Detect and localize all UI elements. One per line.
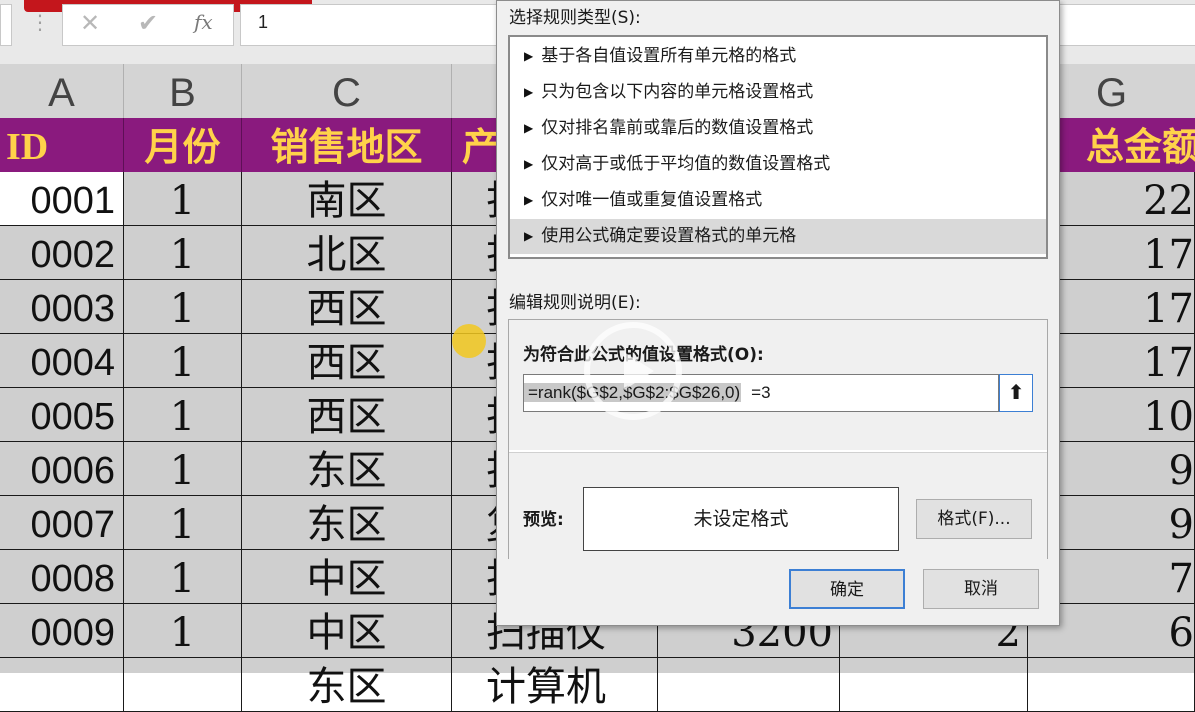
mouse-cursor-highlight bbox=[452, 324, 486, 358]
cell-id[interactable]: 0003 bbox=[0, 280, 124, 333]
preview-label: 预览: bbox=[523, 510, 564, 530]
formula-value: 1 bbox=[258, 12, 269, 32]
new-formatting-rule-dialog: 选择规则类型(S): ▶ 基于各自值设置所有单元格的格式 ▶ 只为包含以下内容的单元格… bbox=[496, 0, 1060, 626]
preview-text: 未设定格式 bbox=[693, 508, 789, 530]
cell-month[interactable] bbox=[124, 658, 242, 711]
table-row: 东区 计算机 bbox=[0, 658, 1195, 712]
cancel-button[interactable]: 取消 bbox=[923, 569, 1039, 609]
formula-rest-text: =3 bbox=[751, 383, 771, 402]
header-cell-region[interactable]: 销售地区 bbox=[242, 118, 452, 172]
expand-triangle-icon: ▶ bbox=[524, 193, 534, 207]
rule-type-item[interactable]: ▶ 使用公式确定要设置格式的单元格 bbox=[510, 219, 1046, 254]
rule-type-item[interactable]: ▶ 仅对唯一值或重复值设置格式 bbox=[510, 183, 1046, 218]
rule-type-item[interactable]: ▶ 仅对高于或低于平均值的数值设置格式 bbox=[510, 147, 1046, 182]
cell-region[interactable]: 东区 bbox=[242, 658, 452, 711]
cell-month[interactable]: 1 bbox=[124, 334, 242, 387]
cell-region[interactable]: 中区 bbox=[242, 604, 452, 657]
header-cell-month[interactable]: 月份 bbox=[124, 118, 242, 172]
rule-type-label-text: 基于各自值设置所有单元格的格式 bbox=[541, 46, 797, 66]
expand-triangle-icon: ▶ bbox=[524, 49, 534, 63]
rule-type-list[interactable]: ▶ 基于各自值设置所有单元格的格式 ▶ 只为包含以下内容的单元格设置格式 ▶ 仅对排名靠前… bbox=[508, 35, 1048, 259]
cell-month[interactable]: 1 bbox=[124, 550, 242, 603]
cell-id[interactable]: 0004 bbox=[0, 334, 124, 387]
cell-month[interactable]: 1 bbox=[124, 388, 242, 441]
column-header-c[interactable]: C bbox=[242, 64, 452, 118]
cell-month[interactable]: 1 bbox=[124, 172, 242, 225]
cell-region[interactable]: 西区 bbox=[242, 388, 452, 441]
cell-id[interactable]: 0006 bbox=[0, 442, 124, 495]
rule-type-label-text: 使用公式确定要设置格式的单元格 bbox=[541, 226, 797, 246]
column-header-b[interactable]: B bbox=[124, 64, 242, 118]
collapse-dialog-button[interactable]: ⬆ bbox=[999, 374, 1033, 412]
cell-region[interactable]: 东区 bbox=[242, 442, 452, 495]
cell-id[interactable]: 0009 bbox=[0, 604, 124, 657]
enter-entry-icon[interactable]: ✔ bbox=[138, 9, 158, 37]
expand-triangle-icon: ▶ bbox=[524, 157, 534, 171]
name-box[interactable] bbox=[0, 4, 12, 46]
cell-region[interactable]: 西区 bbox=[242, 334, 452, 387]
cell-id[interactable]: 0005 bbox=[0, 388, 124, 441]
cell-region[interactable]: 北区 bbox=[242, 226, 452, 279]
cell-id[interactable]: 0007 bbox=[0, 496, 124, 549]
cell-id[interactable]: 0002 bbox=[0, 226, 124, 279]
cell-id[interactable]: 0001 bbox=[0, 172, 124, 225]
rule-type-item[interactable]: ▶ 只为包含以下内容的单元格设置格式 bbox=[510, 75, 1046, 110]
cell-region[interactable]: 西区 bbox=[242, 280, 452, 333]
ok-button[interactable]: 确定 bbox=[789, 569, 905, 609]
video-play-icon[interactable] bbox=[584, 322, 682, 420]
cell-month[interactable]: 1 bbox=[124, 226, 242, 279]
cell-month[interactable]: 1 bbox=[124, 442, 242, 495]
expand-triangle-icon: ▶ bbox=[524, 121, 534, 135]
header-cell-id[interactable]: ID bbox=[0, 118, 124, 172]
more-dots-icon: ⋮ bbox=[30, 10, 50, 34]
expand-triangle-icon: ▶ bbox=[524, 229, 534, 243]
rule-type-label-text: 仅对排名靠前或靠后的数值设置格式 bbox=[541, 118, 814, 138]
rule-type-label-text: 仅对高于或低于平均值的数值设置格式 bbox=[541, 154, 831, 174]
cell-region[interactable]: 中区 bbox=[242, 550, 452, 603]
edit-description-label: 编辑规则说明(E): bbox=[509, 293, 641, 313]
cell-id[interactable]: 0008 bbox=[0, 550, 124, 603]
cell-region[interactable]: 南区 bbox=[242, 172, 452, 225]
upload-arrow-icon: ⬆ bbox=[1007, 380, 1025, 404]
rule-type-item[interactable]: ▶ 基于各自值设置所有单元格的格式 bbox=[510, 39, 1046, 74]
cell-e[interactable] bbox=[658, 658, 840, 711]
cell-region[interactable]: 东区 bbox=[242, 496, 452, 549]
rule-type-label: 选择规则类型(S): bbox=[509, 8, 641, 28]
cell-month[interactable]: 1 bbox=[124, 604, 242, 657]
rule-type-item[interactable]: ▶ 仅对排名靠前或靠后的数值设置格式 bbox=[510, 111, 1046, 146]
cell-month[interactable]: 1 bbox=[124, 280, 242, 333]
preview-box: 未设定格式 bbox=[583, 487, 899, 551]
expand-triangle-icon: ▶ bbox=[524, 85, 534, 99]
cell-f[interactable] bbox=[840, 658, 1028, 711]
column-header-a[interactable]: A bbox=[0, 64, 124, 118]
cell-month[interactable]: 1 bbox=[124, 496, 242, 549]
cancel-entry-icon[interactable]: ✕ bbox=[80, 9, 100, 37]
cell-id[interactable] bbox=[0, 658, 124, 711]
preview-section: 预览: 未设定格式 格式(F)... bbox=[509, 452, 1047, 559]
cell-product[interactable]: 计算机 bbox=[452, 658, 658, 711]
insert-function-icon[interactable]: fx bbox=[194, 10, 213, 34]
format-button[interactable]: 格式(F)... bbox=[916, 499, 1032, 539]
cell-total[interactable] bbox=[1028, 658, 1195, 711]
rule-type-label-text: 仅对唯一值或重复值设置格式 bbox=[541, 190, 763, 210]
rule-type-label-text: 只为包含以下内容的单元格设置格式 bbox=[541, 82, 814, 102]
